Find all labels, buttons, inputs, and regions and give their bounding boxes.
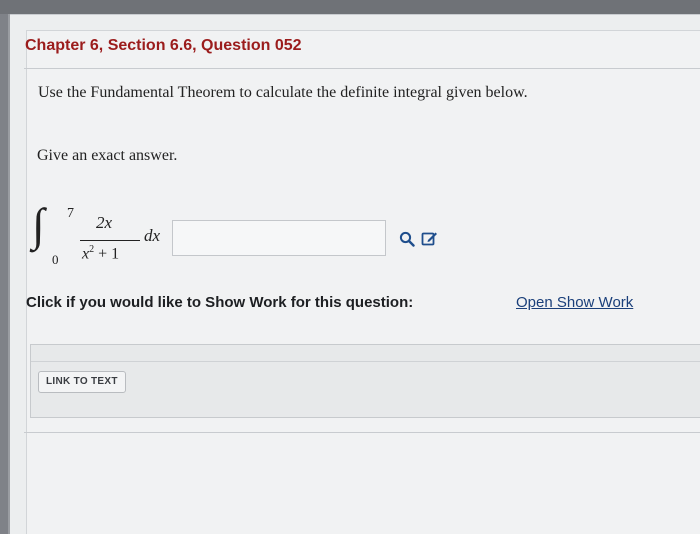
fraction-numerator: 2x <box>96 213 113 232</box>
denominator-constant: + 1 <box>94 245 120 263</box>
integral-differential: dx <box>144 226 161 245</box>
bottom-divider <box>24 432 700 433</box>
definite-integral-expression: ∫ 7 0 2x x2 + 1 dx <box>32 200 172 270</box>
show-work-prompt: Click if you would like to Show Work for… <box>26 294 414 311</box>
integral-sign: ∫ <box>32 199 45 250</box>
open-show-work-link[interactable]: Open Show Work <box>516 294 633 311</box>
link-to-text-button[interactable]: LINK TO TEXT <box>38 371 126 393</box>
top-frame-strip <box>0 0 700 14</box>
search-icon[interactable] <box>398 230 416 248</box>
question-panel-inner <box>26 30 700 534</box>
question-instruction: Use the Fundamental Theorem to calculate… <box>38 84 528 101</box>
edit-icon[interactable] <box>420 229 438 247</box>
chapter-title: Chapter 6, Section 6.6, Question 052 <box>25 37 302 54</box>
answer-input[interactable] <box>172 220 386 256</box>
fraction-denominator: x2 + 1 <box>82 244 119 263</box>
fraction-bar <box>80 240 140 241</box>
title-divider <box>24 68 700 69</box>
integral-lower-limit: 0 <box>52 252 59 267</box>
exact-answer-note: Give an exact answer. <box>37 147 178 164</box>
integral-upper-limit: 7 <box>67 206 74 221</box>
show-work-area-divider <box>31 361 700 362</box>
show-work-area <box>30 344 700 418</box>
